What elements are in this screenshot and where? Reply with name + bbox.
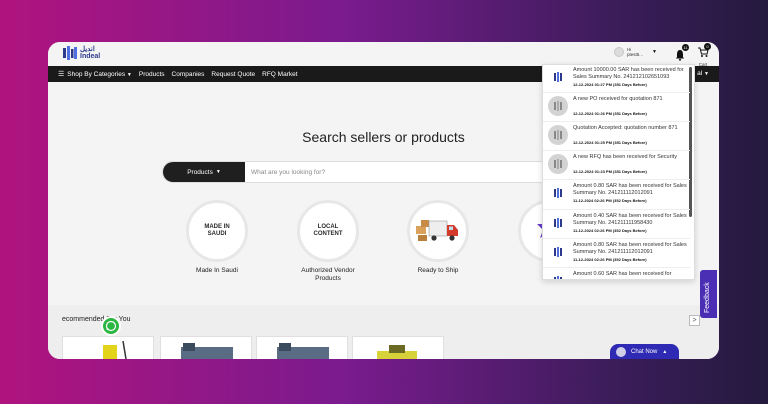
notification-text: Amount 0.80 SAR has been received for Sa… <box>573 242 687 255</box>
category-authorized-vendor[interactable]: LOCAL CONTENT Authorized Vendor Products <box>293 200 363 282</box>
user-menu[interactable]: Hi ptest5... ▼ <box>614 47 657 57</box>
divider <box>543 121 690 122</box>
search-category-dropdown[interactable]: Products ▼ <box>163 162 245 182</box>
category-circle: MADE IN SAUDI <box>186 200 248 262</box>
chevron-down-icon: ▼ <box>126 71 132 78</box>
notifications-button[interactable]: 11 <box>675 44 689 61</box>
hamburger-icon[interactable]: ☰ <box>58 70 64 78</box>
made-in-saudi-badge: MADE IN SAUDI <box>204 224 230 237</box>
notification-text: A new PO received for quotation 871 <box>573 96 663 102</box>
notification-time: 12-12-2024 01:23 PM (351 Days Before) <box>573 168 647 174</box>
notification-text: Amount 10000.00 SAR has been received fo… <box>573 67 684 80</box>
product-card[interactable] <box>62 336 154 359</box>
divider <box>543 179 690 180</box>
search-category-label: Products <box>187 168 213 176</box>
notification-text: Amount 0.40 SAR has been received for Sa… <box>573 213 687 226</box>
product-card[interactable] <box>256 336 348 359</box>
search-input[interactable] <box>245 162 581 182</box>
feedback-label: Feedback <box>704 282 711 313</box>
notification-text: Amount 0.60 SAR has been received for <box>573 271 672 277</box>
nav-language-label: al <box>697 70 703 77</box>
notification-count-badge: 11 <box>682 44 689 51</box>
indeal-logo-icon <box>548 67 568 87</box>
category-made-in-saudi[interactable]: MADE IN SAUDI Made In Saudi <box>182 200 252 275</box>
user-name: ptest5... <box>627 52 644 57</box>
notification-item[interactable]: Amount 0.80 SAR has been received for Sa… <box>543 183 690 203</box>
divider <box>543 209 690 210</box>
divider <box>543 267 690 268</box>
notification-time: 12-12-2024 01:27 PM (351 Days Before) <box>573 81 647 87</box>
divider <box>543 150 690 151</box>
truck-icon <box>416 220 458 241</box>
chat-now-button[interactable]: Chat Now ▲ <box>610 344 679 359</box>
notification-item[interactable]: Amount 10000.00 SAR has been received fo… <box>543 67 690 87</box>
browser-window: اندیل Indeal Hi ptest5... ▼ 11 0 Cart ☰ … <box>48 42 719 359</box>
notification-time: 11-12-2024 02:26 PM (352 Days Before) <box>573 256 647 262</box>
category-circle <box>407 200 469 262</box>
top-header: اندیل Indeal Hi ptest5... ▼ 11 0 Cart <box>48 42 719 67</box>
nav-shop-by-categories[interactable]: Shop By Categories ▼ <box>67 71 132 78</box>
nav-label: Shop By Categories <box>67 70 126 78</box>
product-image-icon <box>181 343 233 359</box>
divider <box>543 92 690 93</box>
chevron-down-icon: ▼ <box>215 169 221 175</box>
product-card[interactable] <box>160 336 252 359</box>
notification-text: Quotation Accepted: quotation number 871 <box>573 125 678 131</box>
category-label: Ready to Ship <box>417 267 459 274</box>
logo-english-text: Indeal <box>80 53 101 60</box>
category-label: Authorized Vendor Products <box>301 267 355 282</box>
nav-products[interactable]: Products <box>139 71 165 78</box>
notifications-dropdown: Amount 10000.00 SAR has been received fo… <box>542 64 695 280</box>
product-image-icon <box>277 343 329 359</box>
chevron-up-icon: ▲ <box>662 348 668 355</box>
chat-label: Chat Now <box>631 348 658 355</box>
search-bar: Products ▼ <box>162 161 582 183</box>
cart-count-badge: 0 <box>704 43 711 50</box>
notification-item[interactable]: A new PO received for quotation 871 12-1… <box>543 96 690 116</box>
logo-arabic-text: اندیل <box>80 46 95 53</box>
indeal-logo-icon <box>548 96 568 116</box>
notification-time: 11-12-2024 02:26 PM (352 Days Before) <box>573 227 647 233</box>
product-card[interactable] <box>352 336 444 359</box>
product-image-icon <box>377 345 417 359</box>
carousel-next-button[interactable]: > <box>689 315 700 326</box>
notification-time: 11-12-2024 02:26 PM (352 Days Before) <box>573 197 647 203</box>
chevron-down-icon: ▼ <box>652 49 657 55</box>
notification-time: 12-12-2024 01:26 PM (351 Days Before) <box>573 110 647 116</box>
category-ready-to-ship[interactable]: Ready to Ship <box>403 200 473 275</box>
chevron-down-icon: ▼ <box>704 71 709 77</box>
notification-item[interactable]: Amount 0.60 SAR has been received for <box>543 271 690 279</box>
indeal-logo-icon <box>548 242 568 262</box>
indeal-logo-icon <box>548 271 568 279</box>
notification-item[interactable]: A new RFQ has been received for Security… <box>543 154 690 174</box>
cart-button[interactable]: 0 Cart <box>696 43 711 67</box>
indeal-logo-icon <box>63 46 77 60</box>
indeal-logo-icon <box>548 125 568 145</box>
local-content-badge: LOCAL CONTENT <box>313 224 343 237</box>
nav-language[interactable]: al ▼ <box>697 70 709 77</box>
logo[interactable]: اندیل Indeal <box>63 46 100 60</box>
whatsapp-button[interactable] <box>101 316 121 336</box>
notification-text: A new RFQ has been received for Security <box>573 154 677 160</box>
whatsapp-icon <box>105 320 117 332</box>
indeal-logo-icon <box>548 154 568 174</box>
category-circle: LOCAL CONTENT <box>297 200 359 262</box>
indeal-logo-icon <box>548 183 568 203</box>
notification-text: Amount 0.80 SAR has been received for Sa… <box>573 183 687 196</box>
notification-item[interactable]: Amount 0.40 SAR has been received for Sa… <box>543 213 690 233</box>
notification-time: 12-12-2024 01:25 PM (351 Days Before) <box>573 139 647 145</box>
divider <box>543 238 690 239</box>
avatar <box>614 47 624 57</box>
nav-request-quote[interactable]: Request Quote <box>211 71 255 78</box>
chat-avatar-icon <box>616 346 626 357</box>
product-image-icon <box>103 340 127 359</box>
feedback-tab[interactable]: Feedback <box>700 270 717 318</box>
notification-item[interactable]: Amount 0.80 SAR has been received for Sa… <box>543 242 690 262</box>
indeal-logo-icon <box>548 213 568 233</box>
nav-companies[interactable]: Companies <box>172 71 205 78</box>
notification-item[interactable]: Quotation Accepted: quotation number 871… <box>543 125 690 145</box>
nav-rfq-market[interactable]: RFQ Market <box>262 71 297 78</box>
category-label: Made In Saudi <box>196 267 238 274</box>
